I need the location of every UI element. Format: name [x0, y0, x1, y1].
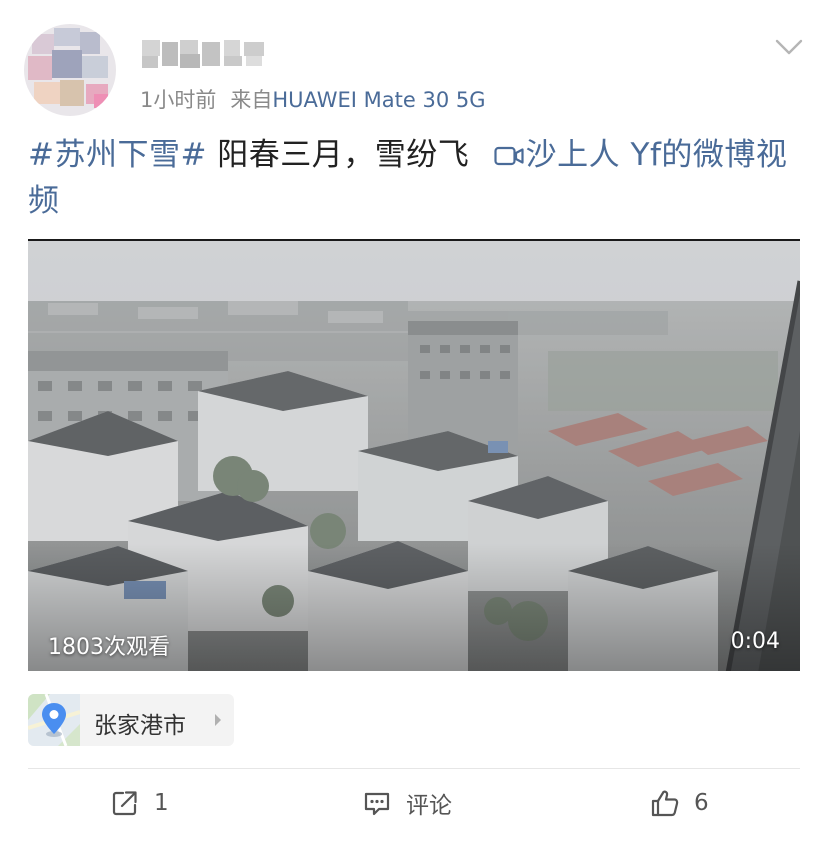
- comment-button[interactable]: 评论: [362, 784, 452, 822]
- like-count: 6: [694, 790, 709, 816]
- chevron-down-icon: [775, 39, 803, 55]
- post-body-text: 阳春三月，雪纷飞: [206, 137, 480, 173]
- map-pin-icon: [28, 694, 80, 746]
- video-view-count: 1803次观看: [48, 635, 170, 660]
- action-divider: [28, 768, 800, 769]
- video-duration: 0:04: [730, 629, 780, 654]
- share-icon: [110, 788, 140, 818]
- post-text: #苏州下雪# 阳春三月，雪纷飞 沙上人 Yf的微博视频: [28, 132, 802, 224]
- comment-icon: [362, 788, 392, 818]
- like-button[interactable]: 6: [650, 784, 709, 822]
- source-prefix: 来自: [230, 88, 273, 112]
- video-thumbnail-image: [28, 241, 800, 671]
- post-device[interactable]: HUAWEI Mate 30 5G: [272, 88, 485, 112]
- share-button[interactable]: 1: [110, 784, 169, 822]
- comment-label: 评论: [406, 793, 452, 819]
- hashtag-link[interactable]: #苏州下雪#: [28, 137, 207, 173]
- avatar-icon: [24, 24, 116, 116]
- author-name-blurred[interactable]: [140, 34, 270, 74]
- author-avatar[interactable]: [24, 24, 116, 116]
- video-player[interactable]: 1803次观看 0:04: [28, 239, 800, 671]
- share-count: 1: [154, 790, 169, 816]
- weibo-post-card: 1小时前 来自HUAWEI Mate 30 5G #苏州下雪# 阳春三月，雪纷飞 …: [0, 0, 828, 841]
- location-name: 张家港市: [94, 713, 186, 739]
- blurred-name-icon: [140, 34, 270, 74]
- video-camera-icon: [494, 145, 524, 167]
- thumbs-up-icon: [650, 788, 680, 818]
- caret-right-icon: [214, 713, 222, 727]
- post-time: 1小时前: [140, 88, 217, 112]
- more-options-button[interactable]: [774, 36, 804, 58]
- location-tag[interactable]: 张家港市: [28, 694, 234, 746]
- post-meta: 1小时前 来自HUAWEI Mate 30 5G: [140, 84, 486, 114]
